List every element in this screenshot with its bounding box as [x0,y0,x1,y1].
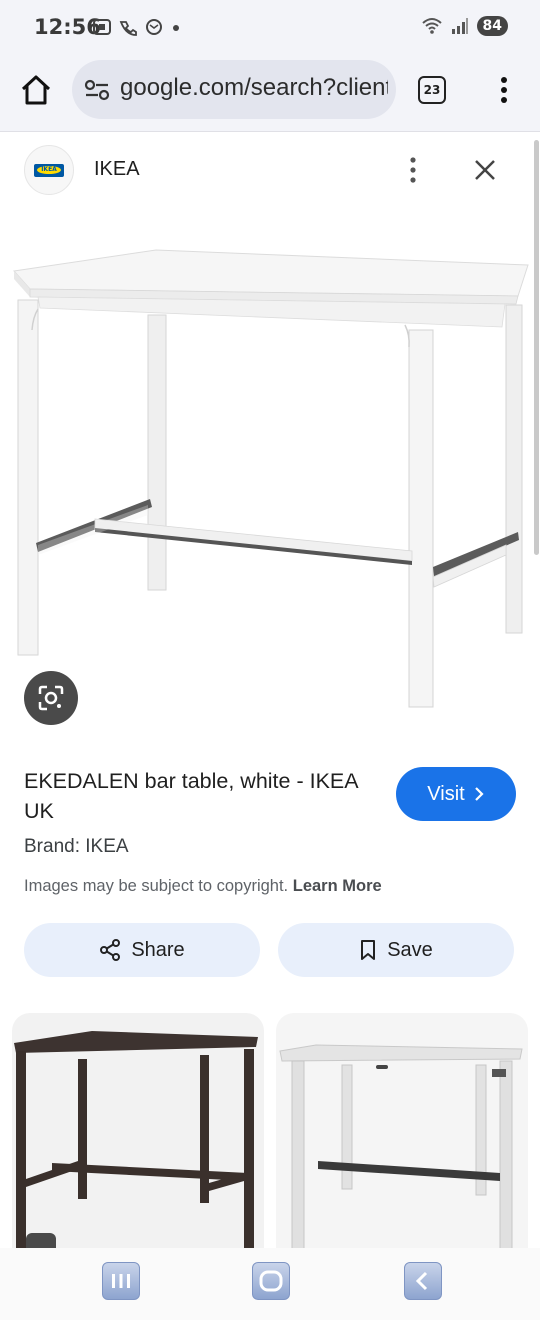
more-vert-icon [501,77,507,103]
related-image-white-desk[interactable] [276,1013,528,1253]
copyright-text: Images may be subject to copyright. [24,877,289,895]
browser-toolbar: google.com/search?client=ms-android-sams… [0,56,540,132]
notification-icons [92,18,182,36]
result-title[interactable]: EKEDALEN bar table, white - IKEA UK [24,766,374,826]
share-label: Share [131,938,185,961]
image-source-header: IKEA IKEA [0,133,540,205]
signal-icon [451,18,468,34]
share-button[interactable]: Share [24,923,260,977]
recents-button[interactable] [102,1262,140,1300]
status-bar: 12:56 84 [0,0,540,56]
copyright-notice: Images may be subject to copyright. Lear… [24,877,382,896]
status-time: 12:56 [34,15,101,39]
more-options-button[interactable] [403,155,423,185]
system-status: 84 [421,16,508,36]
missed-call-icon [119,21,137,36]
back-button[interactable] [404,1262,442,1300]
scrollbar[interactable] [534,140,539,555]
more-vert-icon [410,157,416,183]
back-icon [415,1271,428,1291]
chevron-right-icon [474,787,484,801]
home-circle-icon [259,1270,283,1292]
save-label: Save [387,938,433,961]
screenshot-icon [93,19,111,35]
bookmark-icon [361,940,376,960]
mail-icon [146,19,162,35]
ikea-logo: IKEA [24,145,74,195]
save-button[interactable]: Save [278,923,514,977]
browser-menu-button[interactable] [494,74,514,106]
related-image-dark-table[interactable] [12,1013,264,1253]
dark-table-image [14,1031,258,1253]
share-icon [100,939,121,961]
product-image[interactable] [0,205,540,745]
close-icon [475,160,495,180]
wifi-icon [421,18,442,34]
system-nav-bar [0,1248,540,1320]
source-name: IKEA [94,158,140,180]
site-settings-icon[interactable] [84,78,110,102]
visit-button[interactable]: Visit [396,767,516,821]
address-bar[interactable]: google.com/search?client=ms-android-sams… [72,60,396,119]
learn-more-link[interactable]: Learn More [293,877,382,895]
battery-indicator: 84 [476,16,508,36]
google-lens-icon [38,685,64,711]
visit-label: Visit [427,782,465,805]
home-button[interactable] [18,72,54,108]
close-button[interactable] [470,155,500,185]
nav-home-button[interactable] [252,1262,290,1300]
white-desk-image [279,1044,523,1252]
home-icon [21,75,51,105]
lens-search-button[interactable] [24,671,78,725]
brand-line: Brand: IKEA [24,836,129,857]
recents-icon [112,1274,130,1288]
dot-icon [173,25,179,31]
tab-switcher-button[interactable]: 23 [418,76,446,104]
url-text[interactable]: google.com/search?client=ms-android-sams… [120,74,388,102]
